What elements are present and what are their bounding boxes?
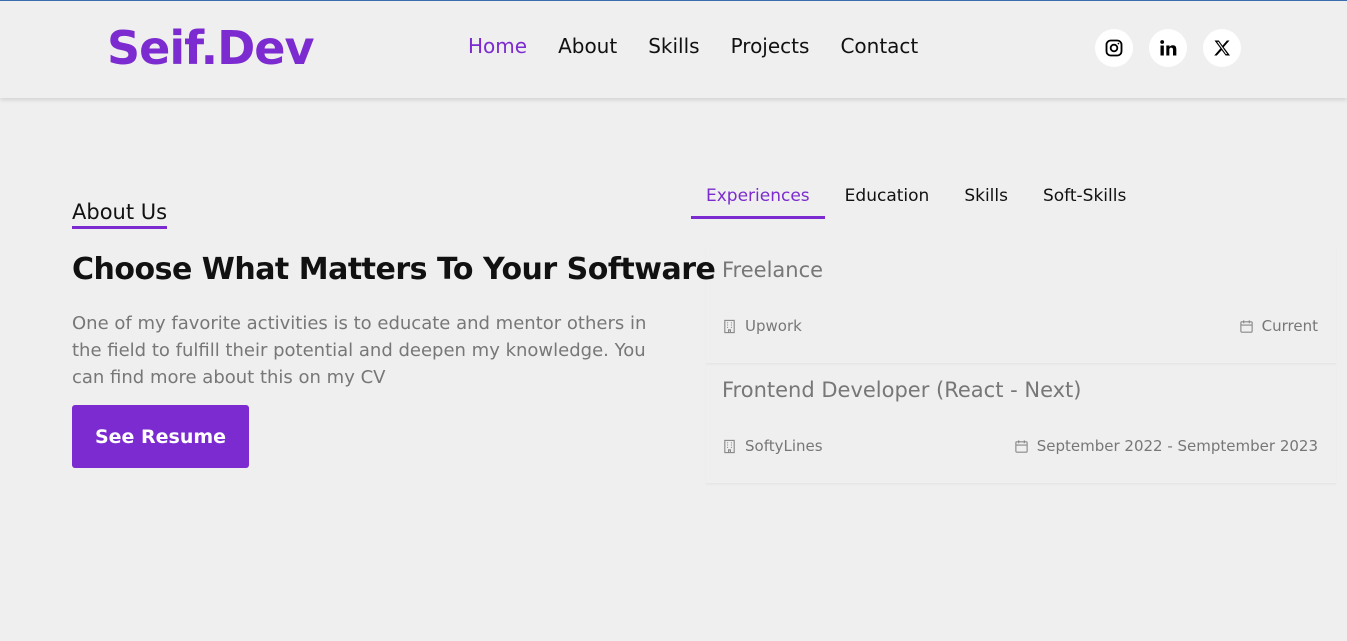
nav-contact[interactable]: Contact	[840, 34, 918, 58]
experience-period: September 2022 - Semptember 2023	[1036, 437, 1318, 455]
experience-list: Freelance Upwork Current Frontend Develo…	[706, 244, 1336, 484]
building-icon	[724, 439, 735, 453]
experience-item: Freelance Upwork Current	[706, 244, 1336, 364]
main-nav: Home About Skills Projects Contact	[468, 34, 949, 58]
linkedin-icon	[1160, 40, 1177, 56]
nav-skills[interactable]: Skills	[648, 34, 699, 58]
tab-education[interactable]: Education	[830, 181, 945, 219]
experience-meta: SoftyLines September 2022 - Semptember 2…	[722, 437, 1318, 455]
calendar-icon	[1015, 439, 1028, 453]
about-headline: Choose What Matters To Your Software	[72, 252, 716, 287]
see-resume-button[interactable]: See Resume	[72, 405, 249, 468]
experience-meta: Upwork Current	[722, 317, 1318, 335]
experience-company: Upwork	[745, 317, 802, 335]
about-section-label: About Us	[72, 200, 168, 229]
about-description: One of my favorite activities is to educ…	[72, 313, 647, 388]
nav-home[interactable]: Home	[468, 34, 527, 58]
experience-title: Frontend Developer (React - Next)	[722, 378, 1082, 402]
site-header: Seif.Dev Home About Skills Projects Cont…	[0, 1, 1347, 98]
nav-projects[interactable]: Projects	[731, 34, 810, 58]
experience-company: SoftyLines	[745, 437, 823, 455]
experience-tabs: Experiences Education Skills Soft-Skills	[691, 181, 1146, 219]
site-logo[interactable]: Seif.Dev	[107, 21, 314, 75]
experience-period: Current	[1261, 317, 1318, 335]
instagram-icon	[1105, 39, 1123, 57]
building-icon	[724, 319, 735, 333]
social-links	[1095, 29, 1241, 67]
linkedin-button[interactable]	[1149, 29, 1187, 67]
instagram-button[interactable]	[1095, 29, 1133, 67]
tab-experiences[interactable]: Experiences	[691, 181, 825, 219]
x-twitter-icon	[1214, 40, 1230, 56]
tab-skills[interactable]: Skills	[949, 181, 1023, 219]
experience-title: Freelance	[722, 258, 824, 282]
x-twitter-button[interactable]	[1203, 29, 1241, 67]
nav-about[interactable]: About	[558, 34, 617, 58]
tab-soft-skills[interactable]: Soft-Skills	[1028, 181, 1141, 219]
calendar-icon	[1239, 319, 1253, 333]
experience-item: Frontend Developer (React - Next) SoftyL…	[706, 364, 1336, 484]
